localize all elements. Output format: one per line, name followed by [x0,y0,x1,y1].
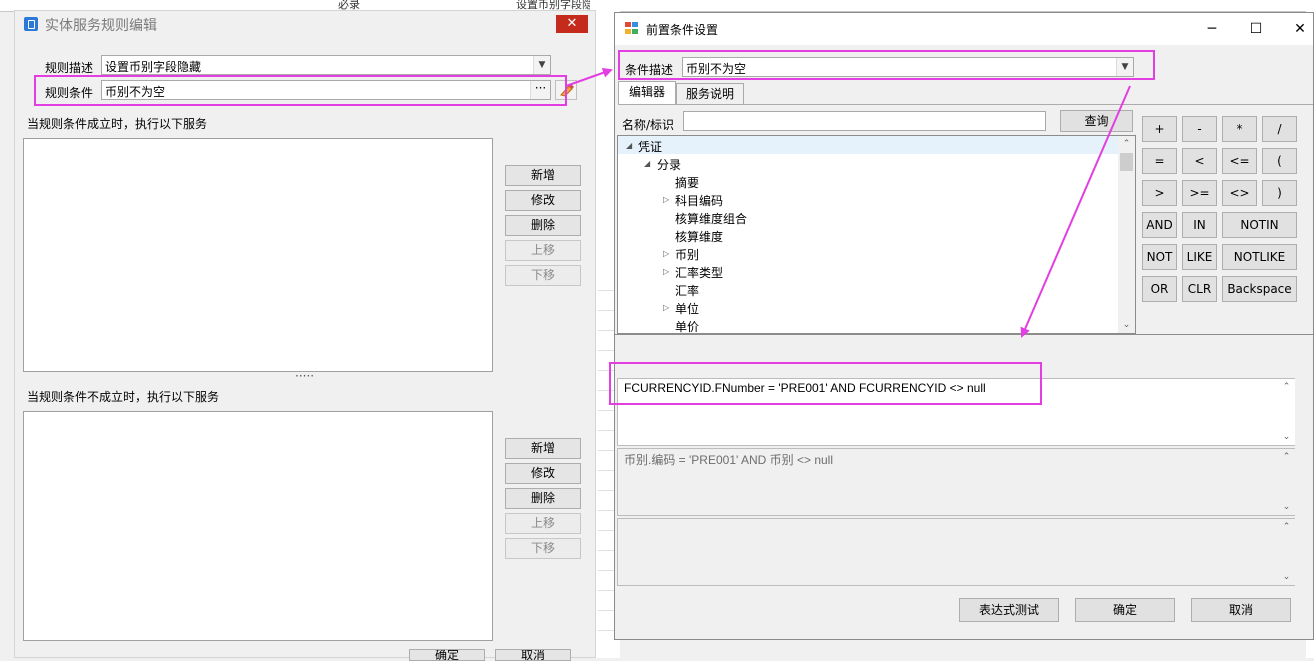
arrow-to-expression [1020,85,1131,338]
arrow-to-precondition [565,67,613,87]
annotation-arrows [565,67,1131,338]
